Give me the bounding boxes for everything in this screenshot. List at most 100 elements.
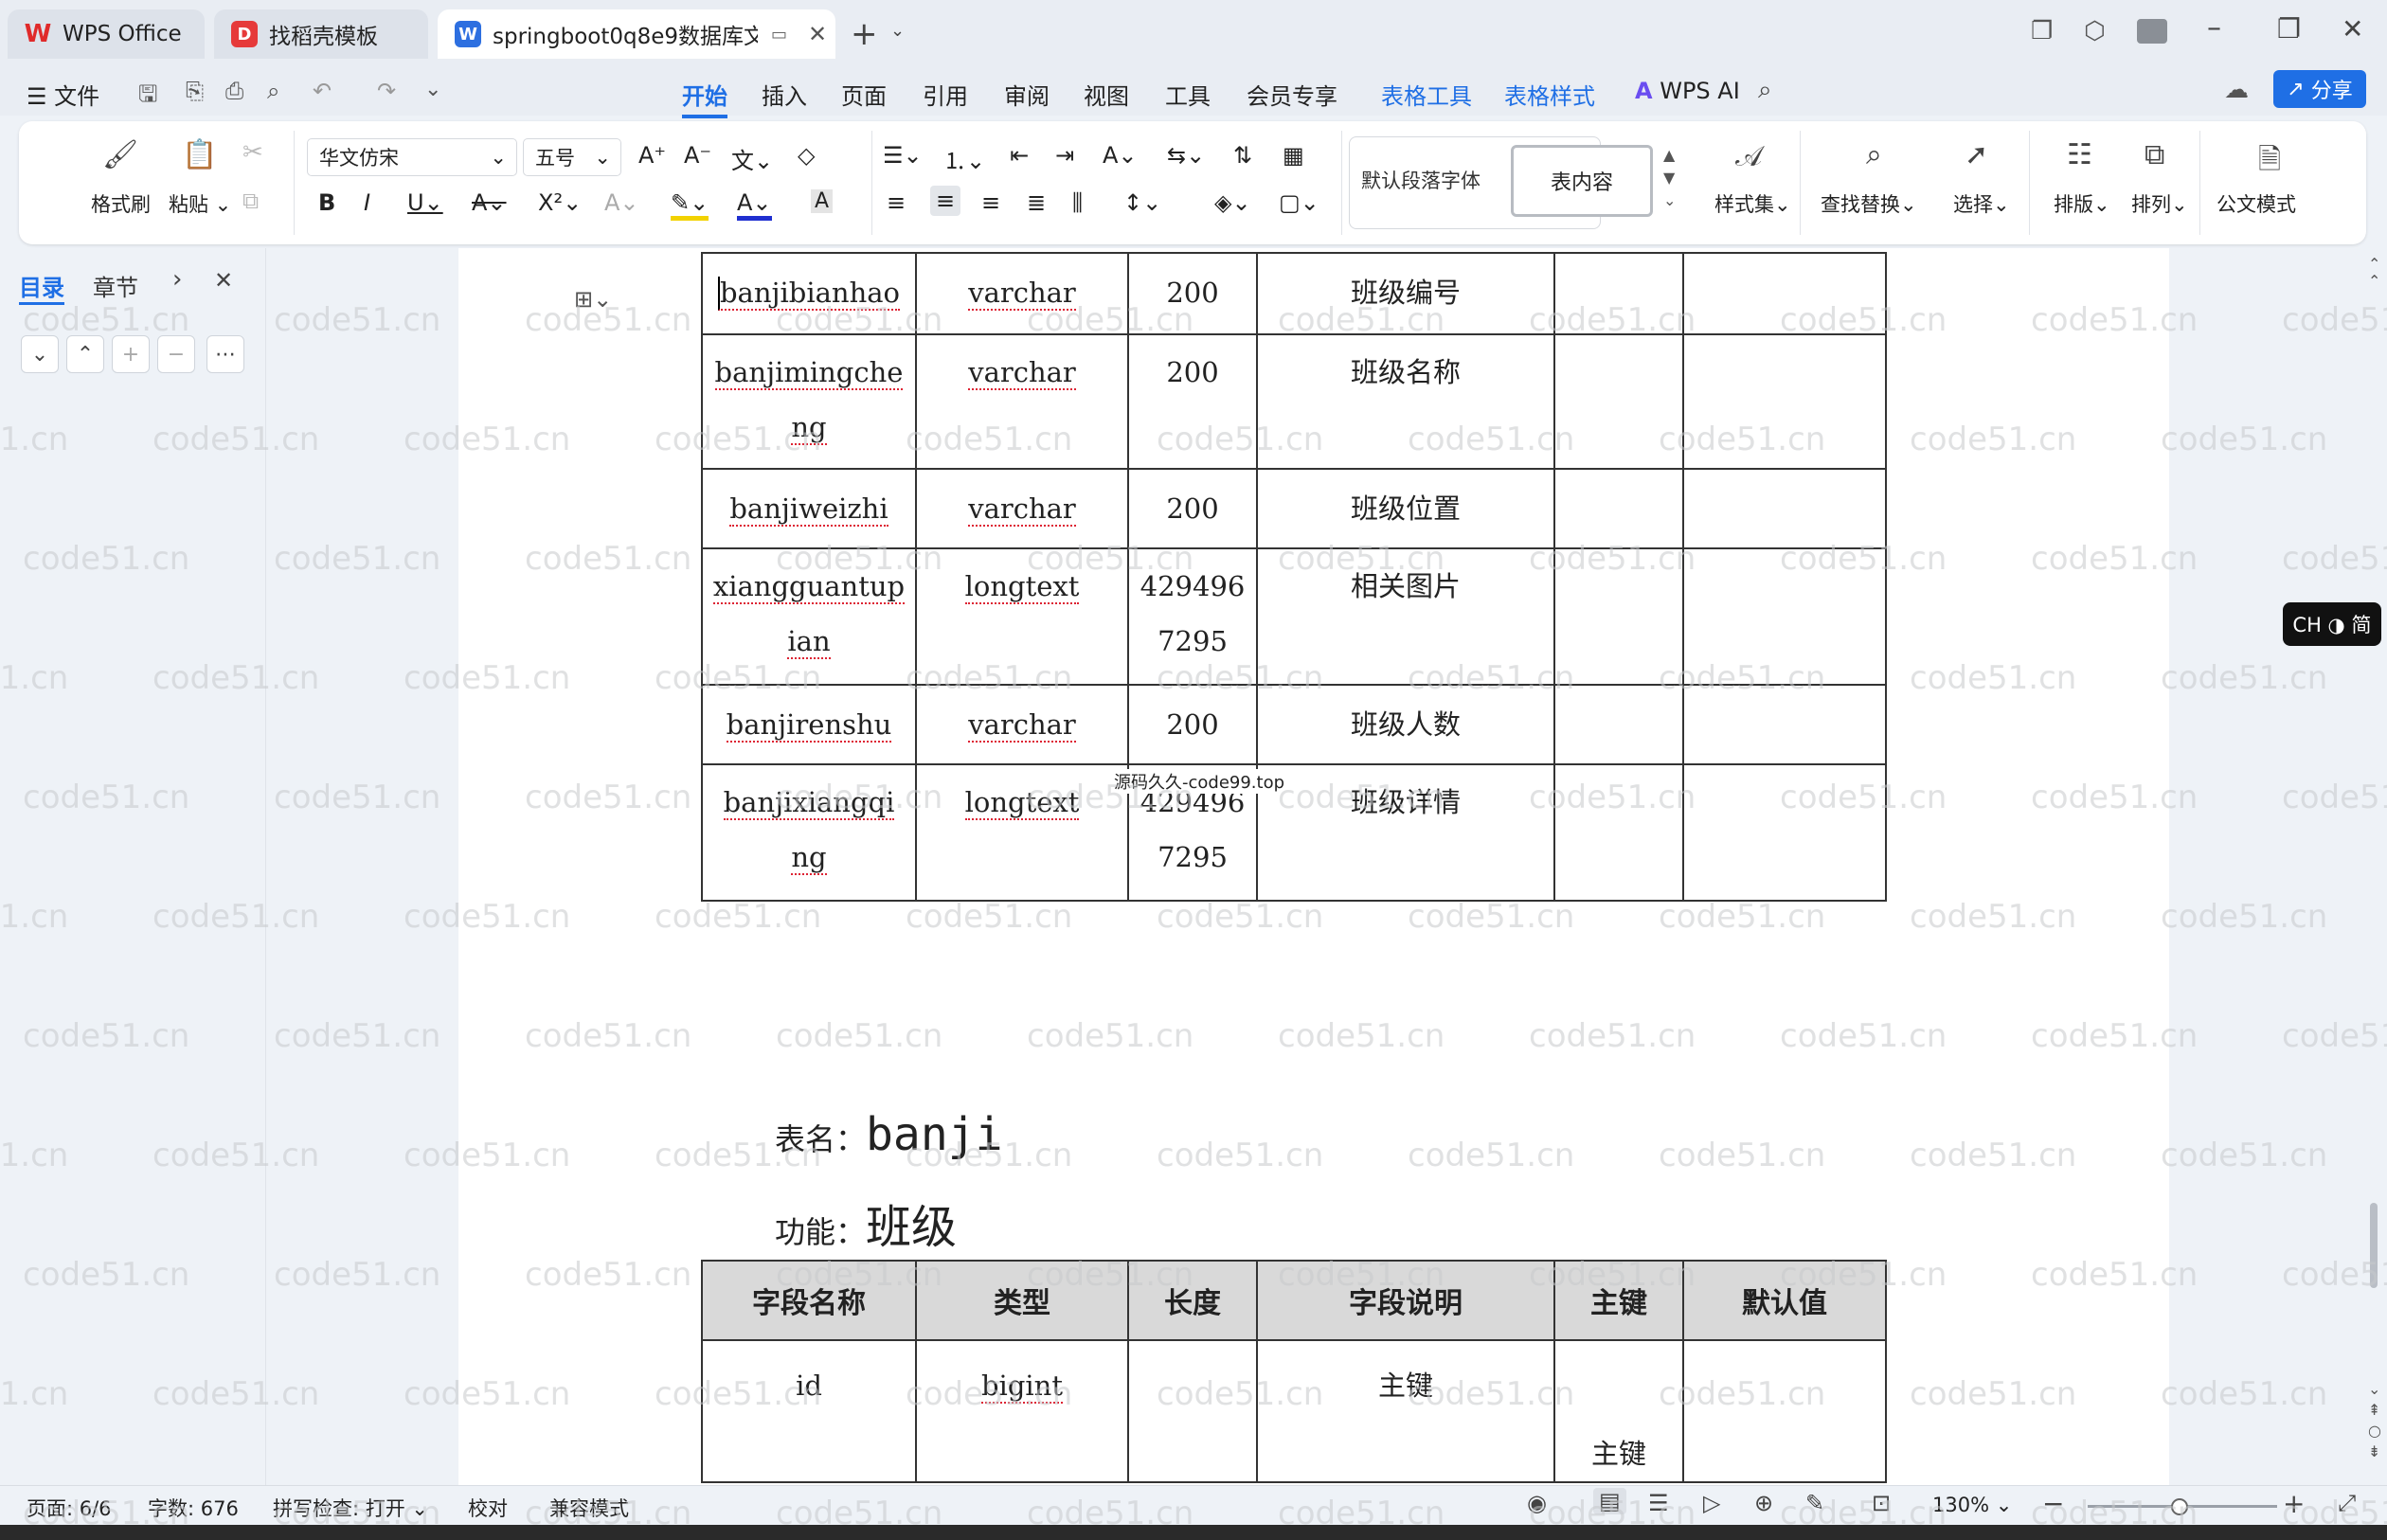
cell-pk[interactable] (1553, 252, 1684, 335)
select-button[interactable]: 选择⌄ (1953, 189, 2010, 218)
cell-pk[interactable] (1553, 333, 1684, 470)
header-description[interactable]: 字段说明 (1256, 1260, 1555, 1341)
window-icon[interactable]: ❐ (2031, 17, 2053, 45)
tab-chapter[interactable]: 章节 (93, 269, 138, 302)
print-icon[interactable]: ⎙ (225, 78, 243, 104)
shading-icon[interactable]: ◈⌄ (1214, 189, 1251, 216)
header-length[interactable]: 长度 (1127, 1260, 1258, 1341)
cell-field-name[interactable]: xiangguantup ian (701, 547, 917, 686)
pen-icon[interactable]: ✎ (1805, 1490, 1824, 1516)
align-right-icon[interactable]: ≡ (981, 189, 1000, 216)
close-tab-icon[interactable]: ✕ (808, 21, 827, 47)
cell-description[interactable]: 班级详情 (1256, 763, 1555, 902)
remove-heading-button[interactable]: − (157, 335, 195, 373)
cube-icon[interactable]: ⬡ (2084, 17, 2106, 45)
cell-pk[interactable] (1553, 547, 1684, 686)
cell-default[interactable] (1682, 763, 1887, 902)
cell-length[interactable]: 200 (1127, 333, 1258, 470)
avatar[interactable] (2137, 19, 2167, 44)
cell-length[interactable]: 429496 7295 (1127, 547, 1258, 686)
style-set-button[interactable]: 样式集⌄ (1714, 189, 1791, 218)
spell-check[interactable]: 拼写检查: 打开 ⌄ (273, 1494, 428, 1522)
cell-length[interactable]: 200 (1127, 252, 1258, 335)
menu-item-view[interactable]: 视图 (1084, 78, 1129, 111)
cell-length[interactable]: 200 (1127, 468, 1258, 549)
bold-icon[interactable]: B (318, 189, 335, 216)
swap-icon[interactable]: ⇆⌄ (1167, 142, 1205, 169)
close-window-icon[interactable]: ✕ (2342, 13, 2363, 45)
underline-icon[interactable]: U⌄ (407, 189, 443, 216)
menu-item-tools[interactable]: 工具 (1165, 78, 1211, 111)
word-count[interactable]: 字数: 676 (148, 1494, 239, 1522)
minimize-icon[interactable]: – (2207, 11, 2221, 45)
style-gallery[interactable]: 默认段落字体 表内容 (1349, 136, 1653, 229)
copy-icon[interactable]: ⧉ (242, 188, 259, 214)
text-direction-icon[interactable]: A⌄ (1103, 142, 1138, 169)
tab-list-chevron-icon[interactable]: ⌄ (890, 21, 905, 41)
cell-pk[interactable] (1553, 684, 1684, 765)
fullscreen-icon[interactable]: ⤢ (2338, 1490, 2356, 1516)
compat-mode[interactable]: 兼容模式 (549, 1494, 629, 1522)
font-color-icon[interactable]: A⌄ (737, 189, 772, 221)
format-painter-button[interactable]: 格式刷 (91, 189, 151, 218)
cell-default[interactable] (1682, 1339, 1887, 1483)
menu-item-review[interactable]: 审阅 (1004, 78, 1050, 111)
tab-toc[interactable]: 目录 (19, 269, 64, 305)
cell-default[interactable] (1682, 684, 1887, 765)
cell-default[interactable] (1682, 468, 1887, 549)
sort-icon[interactable]: ⇅ (1233, 142, 1252, 169)
save-icon[interactable]: 🖫 (138, 78, 157, 116)
bullet-list-icon[interactable]: ☰⌄ (883, 142, 923, 169)
cell-type[interactable]: varchar (915, 684, 1129, 765)
align-left-icon[interactable]: ≡ (887, 189, 906, 216)
menu-item-references[interactable]: 引用 (923, 78, 968, 111)
layout-button[interactable]: 排版⌄ (2054, 189, 2110, 218)
find-replace-button[interactable]: 查找替换⌄ (1821, 189, 1917, 218)
zoom-out-icon[interactable]: − (2042, 1488, 2064, 1519)
cell-default[interactable] (1682, 252, 1887, 335)
web-view-icon[interactable]: ⊕ (1754, 1490, 1773, 1516)
cell-field-name[interactable]: id (701, 1339, 917, 1483)
cell-description[interactable]: 主键 (1256, 1339, 1555, 1483)
new-tab-icon[interactable]: + (851, 15, 878, 53)
columns-icon[interactable]: ⫼ (1072, 189, 1083, 216)
increase-indent-icon[interactable]: ⇥ (1055, 142, 1074, 169)
cell-field-name[interactable]: banjixiangqi ng (701, 763, 917, 902)
justify-icon[interactable]: ≣ (1027, 189, 1046, 216)
header-pk[interactable]: 主键 (1553, 1260, 1684, 1341)
more-options-button[interactable]: ⋯ (206, 335, 244, 373)
play-icon[interactable]: ▷ (1703, 1490, 1720, 1516)
search-icon[interactable]: ⌕ (1758, 76, 1772, 105)
fit-page-icon[interactable]: ⊡ (1872, 1490, 1891, 1516)
outline-view-icon[interactable]: ☰ (1648, 1490, 1669, 1516)
distribute-icon[interactable]: ▦ (1283, 142, 1304, 169)
share-button[interactable]: ↗ 分享 (2273, 70, 2366, 108)
cell-description[interactable]: 班级人数 (1256, 684, 1555, 765)
cell-description[interactable]: 班级位置 (1256, 468, 1555, 549)
add-heading-button[interactable]: + (112, 335, 150, 373)
cell-default[interactable] (1682, 547, 1887, 686)
arrange-button[interactable]: 排列⌄ (2131, 189, 2188, 218)
cell-description[interactable]: 班级名称 (1256, 333, 1555, 470)
header-type[interactable]: 类型 (915, 1260, 1129, 1341)
zoom-level[interactable]: 130% ⌄ (1932, 1494, 2012, 1516)
official-mode-button[interactable]: 公文模式 (2216, 189, 2296, 218)
clear-format-icon[interactable]: ◇ (798, 142, 815, 169)
cell-field-name[interactable]: banjibianhao (701, 252, 917, 335)
ime-indicator[interactable]: CH ◑ 简 (2283, 602, 2381, 646)
chevron-right-icon[interactable]: › (172, 265, 182, 294)
print-preview-icon[interactable]: ⌕ (267, 78, 279, 104)
font-size-select[interactable]: 五号 ⌄ (523, 138, 621, 176)
decrease-indent-icon[interactable]: ⇤ (1010, 142, 1029, 169)
menu-item-table-style[interactable]: 表格样式 (1504, 78, 1595, 111)
cell-length[interactable] (1127, 1339, 1258, 1483)
shrink-font-icon[interactable]: A⁻ (684, 142, 711, 169)
paste-button[interactable]: 粘贴 ⌄ (169, 189, 231, 218)
quick-access-chevron-icon[interactable]: ⌄ (424, 78, 441, 101)
eye-icon[interactable]: ◉ (1527, 1490, 1547, 1516)
page-count[interactable]: 页面: 6/6 (27, 1494, 112, 1522)
cell-field-name[interactable]: banjimingche ng (701, 333, 917, 470)
cell-type[interactable]: longtext (915, 763, 1129, 902)
cell-field-name[interactable]: banjiweizhi (701, 468, 917, 549)
page-view-icon[interactable]: ▤ (1593, 1488, 1626, 1514)
